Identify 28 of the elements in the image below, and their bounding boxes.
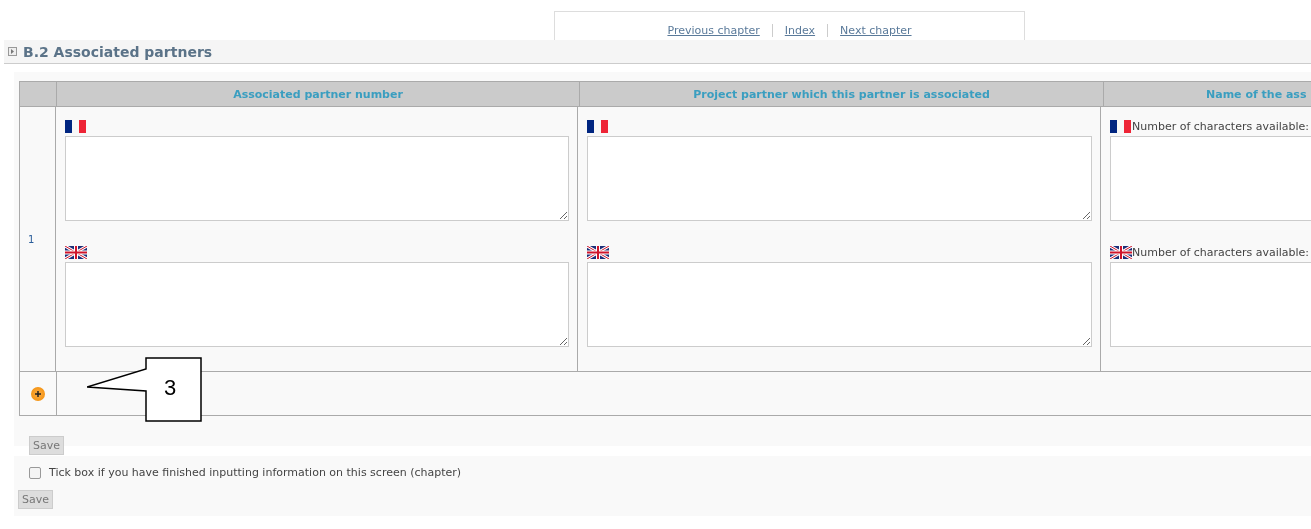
french-flag-icon: [587, 119, 609, 133]
expand-icon[interactable]: [8, 47, 17, 56]
checkbox[interactable]: [29, 466, 41, 479]
row-number: 1: [20, 107, 56, 371]
plus-icon: [34, 389, 42, 398]
column-header: Project partner which this partner is associated: [580, 82, 1104, 106]
character-count-label: Number of characters available:: [1132, 245, 1310, 259]
text-area[interactable]: [65, 262, 569, 347]
callout-number: 3: [164, 375, 177, 401]
french-flag-icon: [65, 119, 87, 133]
add-row-button[interactable]: [31, 386, 45, 401]
french-flag-icon: [1110, 119, 1132, 133]
text-area[interactable]: [587, 136, 1092, 221]
chapter-link[interactable]: Next chapter: [828, 23, 924, 37]
column-header: Name of the ass: [1205, 86, 1308, 103]
save-button[interactable]: Save: [18, 490, 53, 509]
chapter-link[interactable]: Previous chapter: [655, 23, 772, 37]
checkbox-label: Tick box if you have finished inputting information on this screen (chapter): [49, 466, 462, 479]
section-title: B.2 Associated partners: [23, 43, 213, 60]
uk-flag-icon: [1110, 245, 1132, 259]
text-area[interactable]: [587, 262, 1092, 347]
column-header: Associated partner number: [57, 82, 580, 106]
chapter-link[interactable]: Index: [772, 23, 828, 37]
uk-flag-icon: [587, 245, 609, 259]
character-count-label: Number of characters available:: [1132, 119, 1310, 133]
text-area[interactable]: [65, 136, 569, 221]
save-button[interactable]: Save: [29, 436, 64, 455]
uk-flag-icon: [65, 245, 87, 259]
